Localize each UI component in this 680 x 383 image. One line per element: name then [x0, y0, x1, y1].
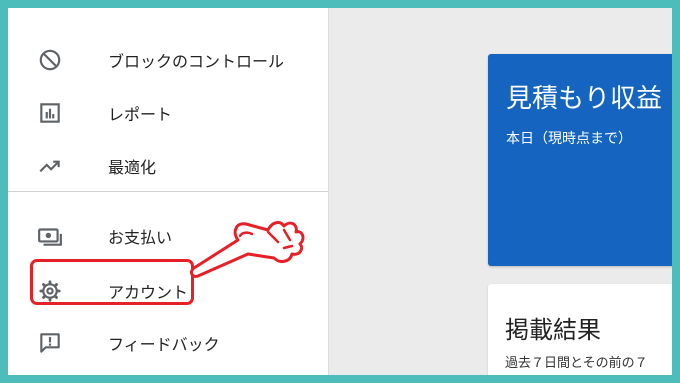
main-content: 見積もり収益 本日（現時点まで） 掲載結果 過去７日間とその前の７: [329, 8, 672, 375]
sidebar-item-reports[interactable]: レポート: [8, 91, 328, 135]
account-highlight-box: [30, 259, 194, 305]
sidebar-item-label: 最適化: [108, 158, 157, 177]
sidebar-item-label: お支払い: [108, 228, 173, 247]
feedback-icon: [36, 329, 64, 357]
sidebar-item-block-controls[interactable]: ブロックのコントロール: [8, 38, 328, 82]
pointing-hand-icon: [189, 221, 305, 278]
payments-icon: [36, 222, 64, 250]
estimated-earnings-title: 見積もり収益: [506, 84, 663, 114]
estimated-earnings-period: 本日（現時点まで）: [506, 131, 632, 147]
report-icon: [36, 99, 64, 127]
sidebar-nav: ブロックのコントロール レポート 最適化 お支払い アカウント フィードバック: [8, 8, 329, 375]
sidebar-item-label: レポート: [108, 105, 173, 124]
block-icon: [36, 46, 64, 74]
estimated-earnings-card[interactable]: 見積もり収益 本日（現時点まで）: [488, 54, 672, 266]
performance-title: 掲載結果: [505, 316, 601, 344]
performance-card[interactable]: 掲載結果 過去７日間とその前の７: [488, 284, 672, 375]
sidebar-item-optimization[interactable]: 最適化: [8, 144, 328, 188]
trending-up-icon: [36, 152, 64, 180]
screenshot-frame: ブロックのコントロール レポート 最適化 お支払い アカウント フィードバック …: [0, 0, 680, 383]
sidebar-item-label: ブロックのコントロール: [108, 52, 285, 71]
performance-period: 過去７日間とその前の７: [505, 356, 648, 371]
sidebar-item-label: フィードバック: [108, 335, 220, 354]
sidebar-item-feedback[interactable]: フィードバック: [8, 321, 328, 365]
